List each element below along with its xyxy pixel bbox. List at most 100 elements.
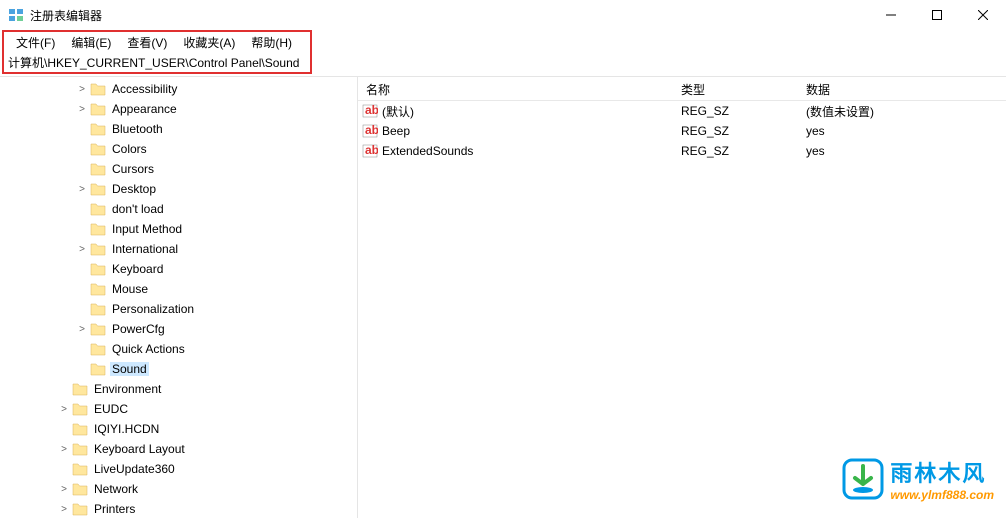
- value-data: (数值未设置): [798, 103, 1006, 120]
- value-row[interactable]: abExtendedSoundsREG_SZyes: [358, 141, 1006, 161]
- folder-icon: [72, 442, 88, 456]
- expand-icon[interactable]: >: [74, 84, 90, 95]
- tree-item[interactable]: don't load: [0, 199, 357, 219]
- tree-item[interactable]: Environment: [0, 379, 357, 399]
- value-type: REG_SZ: [673, 104, 798, 118]
- tree-item-label: Colors: [110, 142, 149, 156]
- tree-item[interactable]: > Network: [0, 479, 357, 499]
- menu-help[interactable]: 帮助(H): [245, 32, 298, 53]
- folder-icon: [90, 322, 106, 336]
- tree-item[interactable]: Mouse: [0, 279, 357, 299]
- expand-icon[interactable]: >: [74, 324, 90, 335]
- tree-item[interactable]: Colors: [0, 139, 357, 159]
- tree-item-label: Personalization: [110, 302, 196, 316]
- tree-item[interactable]: > Appearance: [0, 99, 357, 119]
- tree-item[interactable]: IQIYI.HCDN: [0, 419, 357, 439]
- svg-text:ab: ab: [365, 103, 378, 117]
- address-bar[interactable]: 计算机\HKEY_CURRENT_USER\Control Panel\Soun…: [2, 52, 312, 74]
- watermark-logo-icon: [842, 458, 884, 500]
- tree-item[interactable]: > Desktop: [0, 179, 357, 199]
- folder-icon: [72, 402, 88, 416]
- tree-item[interactable]: Personalization: [0, 299, 357, 319]
- folder-icon: [90, 162, 106, 176]
- tree-item-label: EUDC: [92, 402, 130, 416]
- value-name: (默认): [382, 103, 414, 120]
- window-title: 注册表编辑器: [30, 7, 868, 24]
- folder-icon: [72, 482, 88, 496]
- column-header: 名称 类型 数据: [358, 77, 1006, 101]
- tree-item[interactable]: > International: [0, 239, 357, 259]
- expand-icon[interactable]: >: [56, 484, 72, 495]
- folder-icon: [90, 182, 106, 196]
- tree-item-label: Mouse: [110, 282, 150, 296]
- tree-item[interactable]: > EUDC: [0, 399, 357, 419]
- expand-icon[interactable]: >: [74, 184, 90, 195]
- folder-icon: [72, 502, 88, 516]
- tree-item-label: International: [110, 242, 180, 256]
- tree-item-label: Network: [92, 482, 140, 496]
- tree-panel[interactable]: >Accessibility>AppearanceBluetoothColors…: [0, 77, 358, 518]
- tree-item[interactable]: Sound: [0, 359, 357, 379]
- tree-item[interactable]: Quick Actions: [0, 339, 357, 359]
- tree-item[interactable]: >PowerCfg: [0, 319, 357, 339]
- column-data[interactable]: 数据: [798, 77, 1006, 100]
- title-bar: 注册表编辑器: [0, 0, 1006, 30]
- expand-icon[interactable]: >: [74, 244, 90, 255]
- menu-bar: 文件(F) 编辑(E) 查看(V) 收藏夹(A) 帮助(H): [2, 30, 312, 52]
- value-name: ExtendedSounds: [382, 144, 473, 158]
- tree-item[interactable]: LiveUpdate360: [0, 459, 357, 479]
- tree-item[interactable]: Input Method: [0, 219, 357, 239]
- tree-item-label: Environment: [92, 382, 163, 396]
- folder-icon: [90, 362, 106, 376]
- tree-item-label: Input Method: [110, 222, 184, 236]
- content-area: >Accessibility>AppearanceBluetoothColors…: [0, 76, 1006, 518]
- string-value-icon: ab: [362, 103, 378, 119]
- column-type[interactable]: 类型: [673, 77, 798, 100]
- tree-item-label: Quick Actions: [110, 342, 187, 356]
- app-icon: [8, 7, 24, 23]
- tree-item-label: Keyboard: [110, 262, 165, 276]
- watermark-url: www.ylmf888.com: [890, 488, 994, 502]
- tree-item-label: LiveUpdate360: [92, 462, 177, 476]
- values-panel[interactable]: 名称 类型 数据 ab(默认)REG_SZ(数值未设置)abBeepREG_SZ…: [358, 77, 1006, 518]
- tree-item[interactable]: >Accessibility: [0, 79, 357, 99]
- address-path: 计算机\HKEY_CURRENT_USER\Control Panel\Soun…: [8, 54, 306, 71]
- folder-icon: [90, 242, 106, 256]
- folder-icon: [72, 422, 88, 436]
- value-data: yes: [798, 144, 1006, 158]
- folder-icon: [90, 142, 106, 156]
- folder-icon: [72, 462, 88, 476]
- expand-icon[interactable]: >: [56, 444, 72, 455]
- folder-icon: [90, 102, 106, 116]
- column-name[interactable]: 名称: [358, 77, 673, 100]
- menu-file[interactable]: 文件(F): [10, 32, 61, 53]
- close-button[interactable]: [960, 0, 1006, 30]
- tree-item[interactable]: > Keyboard Layout: [0, 439, 357, 459]
- menu-edit[interactable]: 编辑(E): [65, 32, 117, 53]
- menu-view[interactable]: 查看(V): [121, 32, 173, 53]
- tree-item-label: Appearance: [110, 102, 179, 116]
- value-type: REG_SZ: [673, 144, 798, 158]
- value-row[interactable]: abBeepREG_SZyes: [358, 121, 1006, 141]
- value-row[interactable]: ab (默认) REG_SZ(数值未设置): [358, 101, 1006, 121]
- value-name: Beep: [382, 124, 410, 138]
- tree-item[interactable]: Cursors: [0, 159, 357, 179]
- expand-icon[interactable]: >: [56, 504, 72, 515]
- tree-item-label: Cursors: [110, 162, 156, 176]
- expand-icon[interactable]: >: [56, 404, 72, 415]
- folder-icon: [90, 302, 106, 316]
- menu-favorites[interactable]: 收藏夹(A): [177, 32, 241, 53]
- tree-item[interactable]: >Printers: [0, 499, 357, 518]
- minimize-button[interactable]: [868, 0, 914, 30]
- tree-item-label: don't load: [110, 202, 166, 216]
- maximize-button[interactable]: [914, 0, 960, 30]
- tree-item[interactable]: Bluetooth: [0, 119, 357, 139]
- folder-icon: [90, 262, 106, 276]
- tree-item-label: Desktop: [110, 182, 158, 196]
- tree-item-label: Keyboard Layout: [92, 442, 187, 456]
- expand-icon[interactable]: >: [74, 104, 90, 115]
- folder-icon: [90, 122, 106, 136]
- tree-item[interactable]: Keyboard: [0, 259, 357, 279]
- folder-icon: [90, 202, 106, 216]
- string-value-icon: ab: [362, 123, 378, 139]
